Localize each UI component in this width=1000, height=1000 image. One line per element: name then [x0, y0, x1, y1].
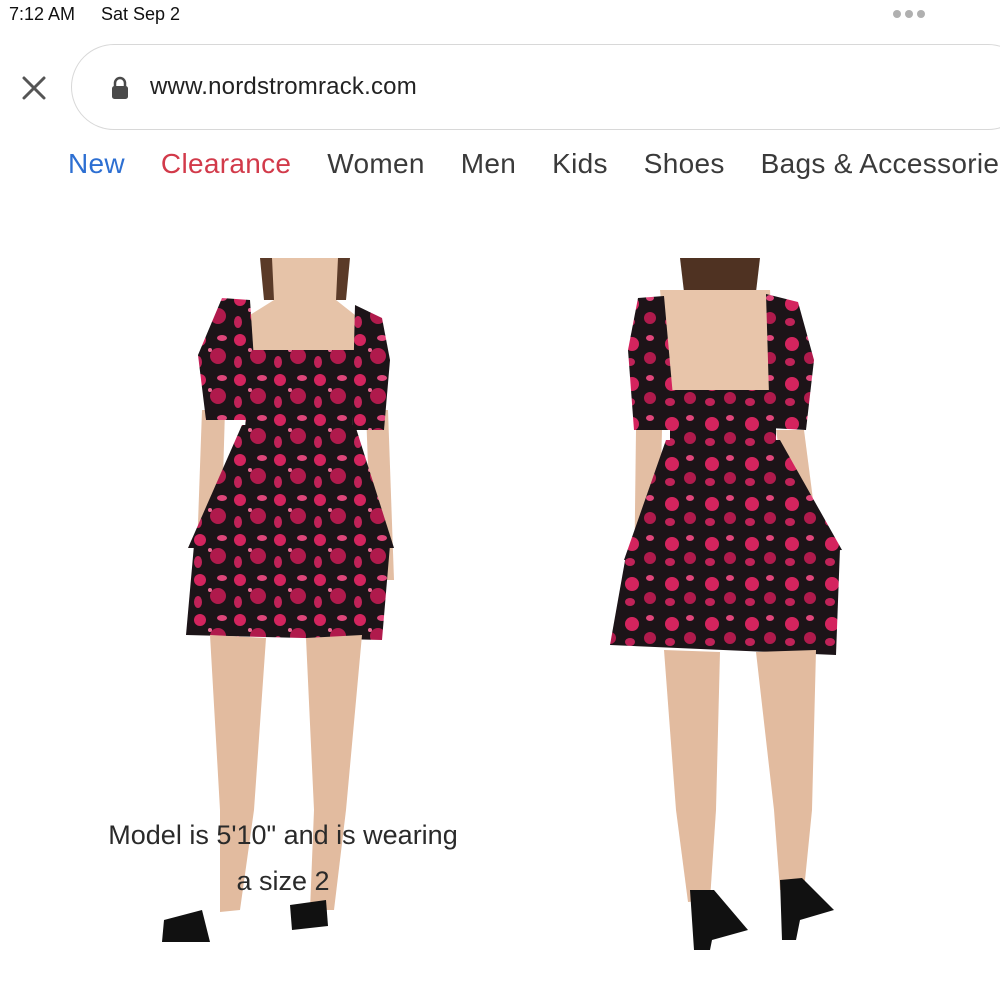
- status-time: 7:12 AM: [9, 4, 76, 24]
- lock-icon: [110, 76, 130, 100]
- status-date: Sat Sep 2: [101, 4, 181, 24]
- nav-item-women[interactable]: Women: [327, 148, 424, 180]
- nav-item-men[interactable]: Men: [461, 148, 516, 180]
- nav-item-bags-accessories[interactable]: Bags & Accessories: [761, 148, 1000, 180]
- category-nav: New Clearance Women Men Kids Shoes Bags …: [68, 148, 1000, 180]
- close-icon: [22, 76, 46, 100]
- nav-item-clearance[interactable]: Clearance: [161, 148, 291, 180]
- caption-line-2: a size 2: [236, 866, 330, 896]
- nav-item-new[interactable]: New: [68, 148, 125, 180]
- product-image-back[interactable]: [580, 250, 880, 960]
- nav-item-shoes[interactable]: Shoes: [644, 148, 725, 180]
- url-text[interactable]: www.nordstromrack.com: [150, 73, 417, 101]
- caption-line-1: Model is 5'10" and is wearing: [108, 820, 458, 850]
- more-dots-icon[interactable]: [893, 10, 925, 18]
- close-button[interactable]: [20, 74, 48, 102]
- model-size-caption: Model is 5'10" and is wearing a size 2: [60, 812, 506, 904]
- nav-item-kids[interactable]: Kids: [552, 148, 608, 180]
- status-bar: 7:12 AM Sat Sep 2: [0, 0, 1000, 30]
